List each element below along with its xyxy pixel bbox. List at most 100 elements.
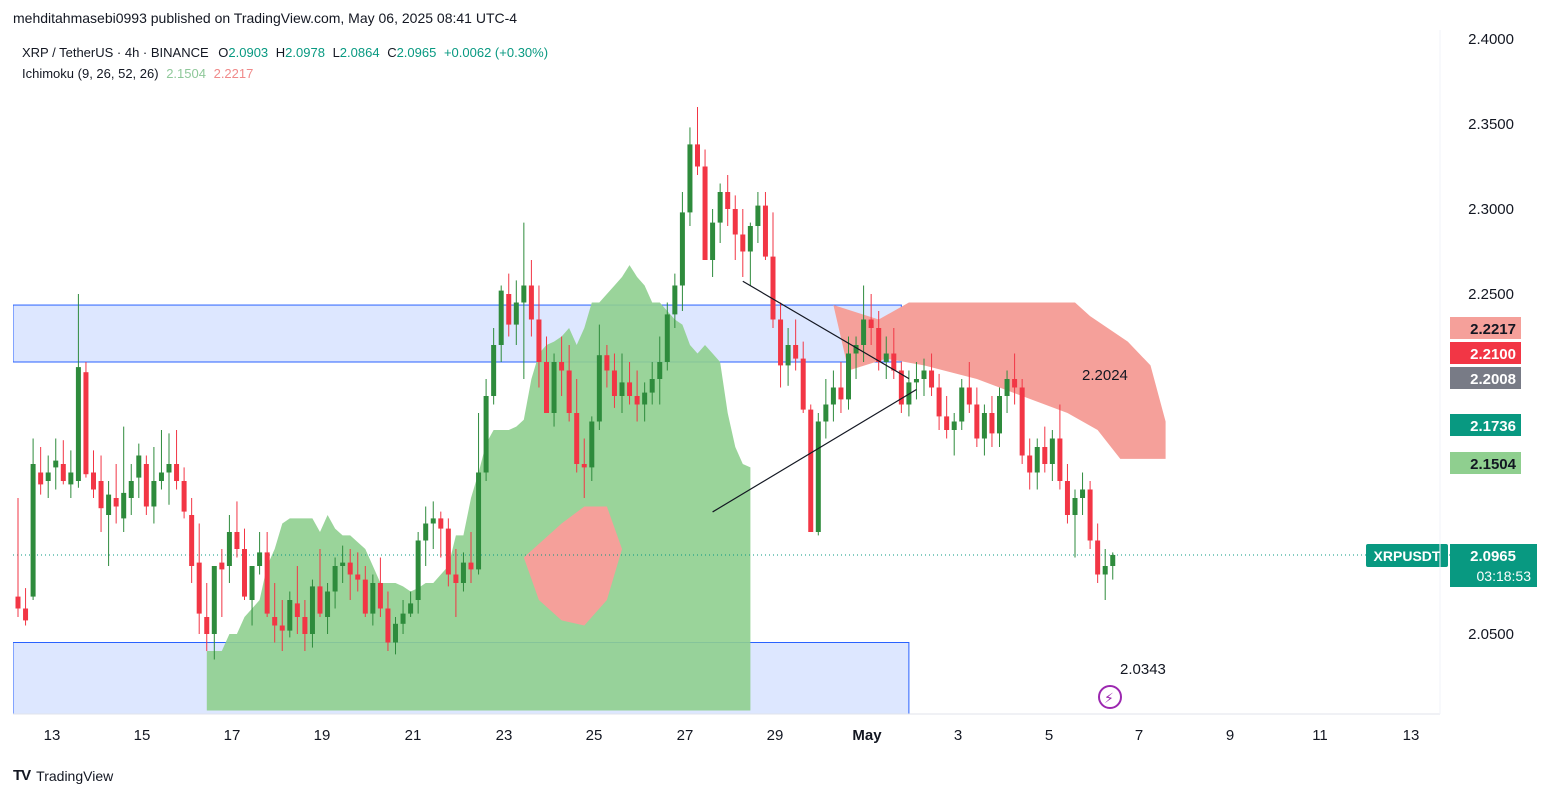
x-tick-label: 7: [1135, 727, 1143, 744]
candle-body: [219, 562, 225, 570]
candle-body: [725, 192, 731, 209]
candle-body: [1004, 379, 1010, 396]
candle-body: [521, 285, 527, 303]
candle-body: [717, 192, 723, 223]
candle-body: [264, 552, 270, 614]
candle-body: [423, 523, 429, 541]
candle-body: [793, 345, 799, 359]
candle-body: [657, 362, 663, 379]
candle-body: [702, 166, 708, 260]
annotation-target: 2.0343: [1120, 661, 1166, 678]
candle-body: [634, 396, 640, 405]
candle-body: [355, 574, 361, 580]
candle-body: [370, 583, 376, 614]
price-label: 2.1736: [1470, 418, 1516, 435]
candle-body: [762, 205, 768, 257]
x-tick-label: 25: [586, 727, 603, 744]
candle-body: [528, 285, 534, 320]
candle-body: [415, 540, 421, 600]
candle-body: [279, 625, 285, 631]
candle-body: [393, 623, 398, 643]
candle-body: [913, 379, 919, 383]
candle-body: [272, 617, 278, 626]
candle-body: [106, 494, 112, 515]
symbol-tag: XRPUSDT: [1374, 548, 1441, 564]
candle-body: [317, 586, 323, 614]
candle-body: [325, 591, 331, 617]
candle-body: [664, 314, 670, 362]
candle-body: [1049, 438, 1055, 464]
candle-body: [1057, 438, 1063, 481]
candle-body: [309, 586, 315, 634]
candle-body: [83, 372, 89, 475]
candle-body: [974, 404, 980, 439]
candle-body: [204, 617, 210, 634]
y-tick-label: 2.2500: [1468, 286, 1514, 303]
candle-body: [491, 345, 497, 396]
candle-body: [581, 464, 587, 468]
candle-body: [838, 387, 844, 400]
candle-body: [453, 574, 459, 583]
candle-body: [642, 392, 648, 405]
candle-body: [808, 409, 814, 532]
price-label: 2.2008: [1470, 371, 1516, 388]
candle-body: [559, 362, 565, 371]
candle-body: [861, 319, 867, 345]
candle-body: [302, 617, 308, 634]
candle-body: [883, 353, 889, 362]
candle-body: [800, 358, 806, 410]
candle-body: [257, 552, 263, 566]
candle-body: [747, 226, 753, 252]
candle-body: [551, 362, 557, 413]
x-tick-label: 5: [1045, 727, 1053, 744]
candle-body: [574, 413, 580, 464]
candle-body: [53, 460, 59, 468]
candle-body: [38, 472, 44, 485]
candle-body: [249, 566, 255, 600]
x-tick-label: 23: [496, 727, 513, 744]
candle-body: [823, 404, 829, 422]
candle-body: [1087, 489, 1093, 541]
candle-body: [846, 353, 851, 400]
candle-body: [1102, 566, 1108, 575]
candle-body: [196, 562, 202, 614]
candle-body: [234, 532, 240, 549]
x-tick-label: 13: [1403, 727, 1420, 744]
candle-body: [347, 562, 353, 575]
countdown: 03:18:53: [1477, 568, 1532, 584]
candle-body: [408, 603, 414, 614]
price-label: 2.2100: [1470, 346, 1516, 363]
candle-body: [287, 600, 293, 631]
candle-body: [611, 370, 617, 396]
candle-body: [113, 498, 119, 507]
last-price-value: 2.0965: [1470, 548, 1516, 565]
candle-body: [174, 464, 180, 481]
candle-body: [332, 566, 338, 592]
candle-body: [815, 421, 821, 532]
candle-body: [1042, 447, 1048, 464]
price-label: 2.1504: [1470, 456, 1517, 473]
candle-body: [566, 370, 572, 413]
price-chart[interactable]: 2.2024 2.0343 ⚡ 2.4000 2.3500 2.3000 2.2500 2.0…: [0, 0, 1554, 798]
candle-body: [929, 370, 935, 388]
candle-body: [596, 355, 602, 422]
lightning-glyph: ⚡: [1104, 690, 1114, 706]
candle-body: [740, 234, 746, 252]
footer: TV TradingView: [13, 767, 113, 784]
candle-body: [468, 562, 474, 570]
y-tick-label: 2.3000: [1468, 201, 1514, 218]
candle-body: [1027, 455, 1033, 473]
x-tick-label: 13: [44, 727, 61, 744]
candle-body: [400, 613, 406, 624]
candle-body: [75, 367, 81, 481]
candle-body: [23, 608, 29, 621]
candle-body: [891, 353, 897, 371]
candle-body: [60, 464, 66, 481]
candle-body: [1034, 447, 1040, 473]
candle-body: [649, 379, 655, 393]
candle-body: [770, 256, 776, 320]
candle-body: [121, 492, 127, 519]
price-label: 2.2217: [1470, 321, 1516, 338]
zone-rect-0: [13, 304, 902, 363]
candle-body: [226, 532, 232, 566]
